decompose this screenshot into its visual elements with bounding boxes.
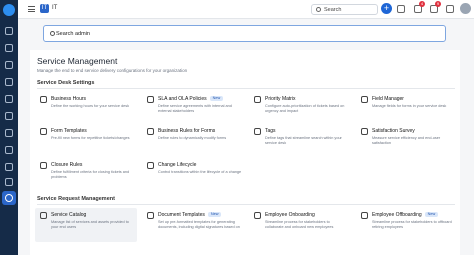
card-field-manager[interactable]: Field Manager Manage fields for forms in…: [356, 92, 458, 122]
lifecycle-icon: [147, 162, 154, 169]
problems-icon[interactable]: [5, 61, 13, 69]
hamburger-menu-icon[interactable]: [28, 6, 35, 12]
card-tags[interactable]: Tags Define tags that streamline search …: [249, 124, 351, 154]
matrix-icon: [254, 96, 261, 103]
card-business-hours[interactable]: Business Hours Define the working hours …: [35, 92, 137, 122]
card-description: Streamline process for stakeholders to o…: [372, 220, 452, 229]
survey-icon: [361, 128, 368, 135]
service-management-panel: Service Management Manage the end to end…: [30, 50, 460, 255]
solutions-icon[interactable]: [5, 163, 13, 171]
notifications-badge: 9: [435, 1, 441, 7]
card-description: Define the working hours for your servic…: [51, 104, 130, 108]
rules-icon: [147, 128, 154, 135]
global-search-label: Search: [324, 7, 342, 13]
workspace-name[interactable]: IT: [52, 5, 57, 11]
card-title: Change Lifecycle: [158, 162, 197, 168]
section-service-request: Service Request Management: [37, 196, 115, 202]
card-service-catalog[interactable]: Service Catalog Manage list of services …: [35, 208, 137, 242]
workspace-icon[interactable]: IT: [40, 4, 49, 13]
document-icon: [147, 212, 154, 219]
card-description: Control transitions within the lifecycle…: [158, 170, 242, 174]
card-title: Tags: [265, 128, 276, 134]
search-icon: [50, 31, 55, 36]
card-description: Set up pre-formatted templates for gener…: [158, 220, 240, 229]
catalog-icon: [40, 212, 47, 219]
tag-icon: [254, 128, 261, 135]
form-icon: [40, 128, 47, 135]
inventory-icon[interactable]: [5, 129, 13, 137]
analytics-icon[interactable]: [5, 178, 13, 186]
card-document-templates[interactable]: Document Templates New Set up pre-formatt…: [142, 208, 244, 242]
admin-settings-icon[interactable]: [2, 191, 16, 205]
card-description: Pre-fill new forms for repetitive ticket…: [51, 136, 130, 140]
card-change-lifecycle[interactable]: Change Lifecycle Control transitions wit…: [142, 158, 244, 188]
section-service-desk: Service Desk Settings: [37, 80, 95, 86]
card-title: SLA and OLA Policies New: [158, 96, 224, 102]
card-title: Business Rules for Forms: [158, 128, 216, 134]
card-title: Employee Onboarding: [265, 212, 315, 218]
card-employee-onboarding[interactable]: Employee Onboarding Streamline process f…: [249, 208, 351, 242]
card-title: Service Catalog: [51, 212, 87, 218]
sla-icon: [147, 96, 154, 103]
announcements-badge: 4: [419, 1, 425, 7]
card-title: Field Manager: [372, 96, 404, 102]
card-description: Manage fields for forms in your service …: [372, 104, 447, 108]
card-sla-ola[interactable]: SLA and OLA Policies New Define service a…: [142, 92, 244, 122]
tickets-icon[interactable]: [5, 44, 13, 52]
admin-search-input[interactable]: [56, 28, 436, 40]
card-description: Streamline process for stakeholders to c…: [265, 220, 334, 229]
card-title-text: SLA and OLA Policies: [158, 96, 207, 102]
card-satisfaction-survey[interactable]: Satisfaction Survey Measure service effi…: [356, 124, 458, 154]
closure-icon: [40, 162, 47, 169]
card-business-rules[interactable]: Business Rules for Forms Define rules to…: [142, 124, 244, 154]
new-badge: New: [207, 212, 222, 217]
offboarding-icon: [361, 212, 368, 219]
card-description: Measure service efficiency and end-user …: [372, 136, 441, 145]
card-title: Document Templates New: [158, 212, 222, 218]
dashboard-icon[interactable]: [5, 27, 13, 35]
admin-search-field[interactable]: [43, 25, 446, 42]
apps-icon[interactable]: [397, 5, 405, 13]
card-description: Define tags that streamline search withi…: [265, 136, 342, 145]
field-icon: [361, 96, 368, 103]
card-closure-rules[interactable]: Closure Rules Define fulfillment criteri…: [35, 158, 137, 188]
card-form-templates[interactable]: Form Templates Pre-fill new forms for re…: [35, 124, 137, 154]
divider: [37, 88, 455, 89]
card-title-text: Document Templates: [158, 212, 205, 218]
card-priority-matrix[interactable]: Priority Matrix Configure auto-prioritiz…: [249, 92, 351, 122]
card-title: Satisfaction Survey: [372, 128, 415, 134]
global-search[interactable]: Search: [311, 4, 378, 15]
reports-icon[interactable]: [5, 146, 13, 154]
card-employee-offboarding[interactable]: Employee Offboarding New Streamline proce…: [356, 208, 458, 242]
settings-icon[interactable]: [446, 5, 454, 13]
changes-icon[interactable]: [5, 78, 13, 86]
search-icon: [316, 7, 321, 12]
sidebar: [0, 0, 18, 255]
user-avatar[interactable]: [460, 3, 471, 14]
onboarding-icon: [254, 212, 261, 219]
clock-icon: [40, 96, 47, 103]
card-description: Define fulfillment criteria for closing …: [51, 170, 130, 179]
card-title: Employee Offboarding New: [372, 212, 439, 218]
app-logo-icon[interactable]: [3, 4, 15, 16]
assets-icon[interactable]: [5, 112, 13, 120]
releases-icon[interactable]: [5, 95, 13, 103]
new-badge: New: [424, 212, 439, 217]
page-subtitle: Manage the end to end service delivery c…: [37, 68, 188, 73]
card-description: Configure auto-prioritization of tickets…: [265, 104, 345, 113]
card-description: Define service agreements with internal …: [158, 104, 232, 113]
divider: [37, 204, 455, 205]
top-bar: IT IT Search + 4 9: [18, 0, 474, 19]
page-title: Service Management: [37, 56, 118, 66]
new-badge: New: [209, 96, 224, 101]
new-item-button[interactable]: +: [381, 3, 392, 14]
card-title: Form Templates: [51, 128, 87, 134]
card-title-text: Employee Offboarding: [372, 212, 422, 218]
card-title: Business Hours: [51, 96, 87, 102]
card-description: Manage list of services and assets provi…: [51, 220, 129, 229]
card-description: Define rules to dynamically modify forms: [158, 136, 227, 140]
card-title: Priority Matrix: [265, 96, 296, 102]
card-title: Closure Rules: [51, 162, 83, 168]
